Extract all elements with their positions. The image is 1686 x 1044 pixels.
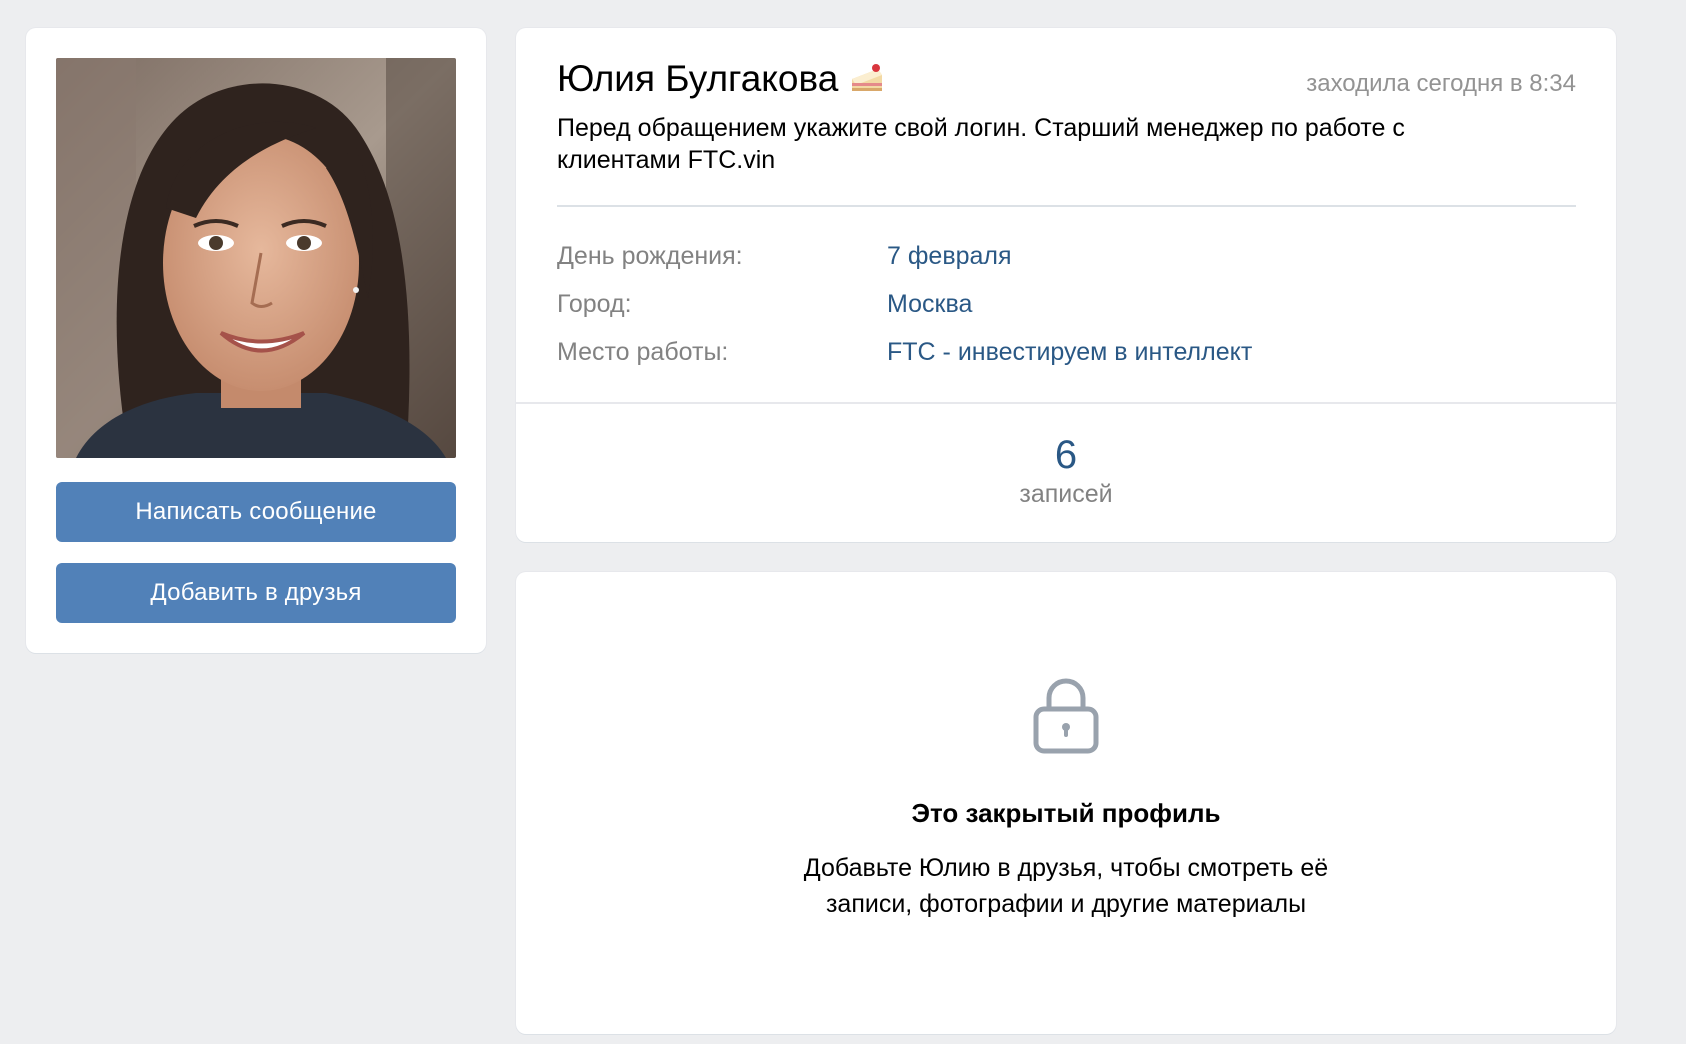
profile-name: Юлия Булгакова xyxy=(557,58,839,99)
info-divider xyxy=(557,205,1576,207)
birthday-label: День рождения: xyxy=(557,242,743,270)
closed-profile-title: Это закрытый профиль xyxy=(911,798,1221,828)
cake-icon xyxy=(848,61,886,97)
posts-count: 6 xyxy=(1054,433,1078,477)
work-link[interactable]: FTC - инвестируем в интеллект xyxy=(887,338,1252,367)
info-row-work: Место работы: FTC - инвестируем в интелл… xyxy=(557,338,1252,367)
closed-profile-card: Это закрытый профиль Добавьте Юлию в дру… xyxy=(516,572,1616,1034)
counters-divider xyxy=(516,402,1616,404)
posts-count-label: записей xyxy=(1019,480,1113,508)
closed-profile-description: Добавьте Юлию в друзья, чтобы смотреть е… xyxy=(803,854,1329,918)
profile-info-card: Юлия Булгакова заходила сегодня в 8:34 П… xyxy=(516,28,1616,542)
birthday-link[interactable]: 7 февраля xyxy=(887,242,1012,271)
profile-avatar[interactable] xyxy=(56,58,456,458)
info-row-birthday: День рождения: 7 февраля xyxy=(557,242,1012,271)
avatar-photo xyxy=(56,58,456,458)
add-friend-button[interactable]: Добавить в друзья xyxy=(56,563,456,623)
posts-counter[interactable]: 6 записей xyxy=(516,432,1616,509)
info-row-city: Город: Москва xyxy=(557,290,972,319)
profile-sidebar-card: Написать сообщение Добавить в друзья xyxy=(26,28,486,653)
profile-name-row: Юлия Булгакова xyxy=(557,58,886,100)
city-link[interactable]: Москва xyxy=(887,290,972,319)
lock-icon xyxy=(1031,676,1101,756)
profile-status-text: Перед обращением укажите свой логин. Ста… xyxy=(557,114,1405,174)
city-label: Город: xyxy=(557,290,632,318)
last-seen-status: заходила сегодня в 8:34 xyxy=(1306,70,1576,97)
work-label: Место работы: xyxy=(557,338,729,366)
send-message-button[interactable]: Написать сообщение xyxy=(56,482,456,542)
